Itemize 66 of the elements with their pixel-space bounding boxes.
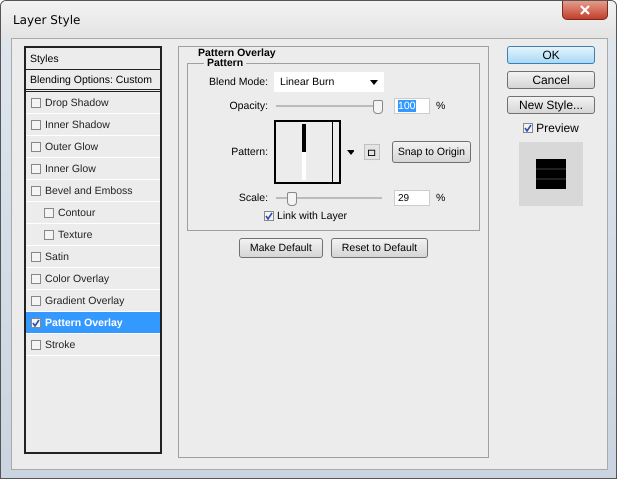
blend-mode-dropdown[interactable]: Linear Burn bbox=[274, 72, 384, 92]
item-label: Inner Glow bbox=[45, 162, 96, 174]
slider-thumb[interactable] bbox=[286, 192, 297, 206]
list-item[interactable]: Outer Glow bbox=[26, 136, 160, 158]
checkbox[interactable] bbox=[31, 142, 41, 152]
checkbox-label: Preview bbox=[536, 121, 579, 135]
default-button[interactable]: Reset to Default bbox=[330, 238, 428, 258]
list-item[interactable]: Drop Shadow bbox=[26, 92, 160, 114]
item-label: Pattern Overlay bbox=[45, 316, 123, 328]
item-label: Inner Shadow bbox=[45, 118, 110, 130]
dialog-button[interactable]: New Style... bbox=[507, 96, 595, 114]
scale-field[interactable]: 29 bbox=[394, 190, 430, 206]
item-label: Drop Shadow bbox=[45, 96, 109, 108]
item-label: Satin bbox=[45, 250, 69, 262]
caret-icon bbox=[370, 80, 378, 84]
dialog-button[interactable]: Cancel bbox=[507, 71, 595, 89]
unit-label: % bbox=[436, 192, 446, 204]
checkbox[interactable] bbox=[31, 164, 41, 174]
list-item[interactable]: Inner Shadow bbox=[26, 114, 160, 136]
default-button[interactable]: Make Default bbox=[238, 238, 323, 258]
item-label: Texture bbox=[58, 228, 92, 240]
checkbox[interactable] bbox=[31, 252, 41, 262]
checkbox[interactable] bbox=[31, 340, 41, 350]
item-label: Color Overlay bbox=[45, 272, 110, 284]
close-button[interactable] bbox=[562, 1, 608, 20]
list-item[interactable]: Blending Options: Custom bbox=[26, 70, 160, 92]
close-icon bbox=[579, 4, 591, 14]
checkbox-label: Link with Layer bbox=[277, 210, 348, 222]
slider-thumb[interactable] bbox=[373, 100, 383, 114]
checkbox[interactable] bbox=[44, 230, 54, 240]
checkbox[interactable] bbox=[523, 123, 534, 133]
list-item[interactable]: Bevel and Emboss bbox=[26, 180, 160, 202]
item-label: Gradient Overlay bbox=[45, 294, 124, 306]
item-label: Stroke bbox=[45, 338, 76, 350]
preview-swatch-icon bbox=[536, 159, 566, 189]
list-item[interactable]: Texture bbox=[26, 224, 160, 246]
checkbox[interactable] bbox=[31, 274, 41, 284]
window-title: Layer Style bbox=[13, 13, 80, 27]
snap-to-origin-button[interactable]: Snap to Origin bbox=[392, 141, 471, 163]
item-label: Contour bbox=[58, 206, 96, 218]
list-item[interactable]: Inner Glow bbox=[26, 158, 160, 180]
item-label: Outer Glow bbox=[45, 140, 98, 152]
checkbox[interactable] bbox=[31, 186, 41, 196]
new-preset-icon[interactable] bbox=[364, 143, 380, 161]
field-label: Scale: bbox=[238, 192, 268, 204]
checkbox[interactable] bbox=[31, 318, 41, 328]
list-item[interactable]: Color Overlay bbox=[26, 268, 160, 290]
list-item[interactable]: Contour bbox=[26, 202, 160, 224]
list-item[interactable]: Stroke bbox=[26, 334, 160, 356]
caret-icon[interactable] bbox=[346, 150, 354, 154]
checkbox[interactable] bbox=[44, 208, 54, 218]
unit-label: % bbox=[436, 100, 446, 112]
group-title: Pattern bbox=[204, 57, 246, 69]
checkbox[interactable] bbox=[31, 120, 41, 130]
field-label: Opacity: bbox=[228, 100, 268, 112]
checkbox[interactable] bbox=[31, 296, 41, 306]
checkbox[interactable] bbox=[264, 211, 274, 221]
dialog-button[interactable]: OK bbox=[507, 46, 595, 64]
checkbox[interactable] bbox=[31, 98, 41, 108]
list-header: Styles bbox=[26, 48, 160, 70]
field-label: Blend Mode: bbox=[208, 76, 268, 88]
item-label: Bevel and Emboss bbox=[45, 184, 133, 196]
list-item[interactable]: Satin bbox=[26, 246, 160, 268]
pattern-swatch[interactable] bbox=[274, 120, 341, 184]
field-label: Pattern: bbox=[230, 146, 268, 158]
pattern-preview-icon bbox=[302, 124, 306, 180]
